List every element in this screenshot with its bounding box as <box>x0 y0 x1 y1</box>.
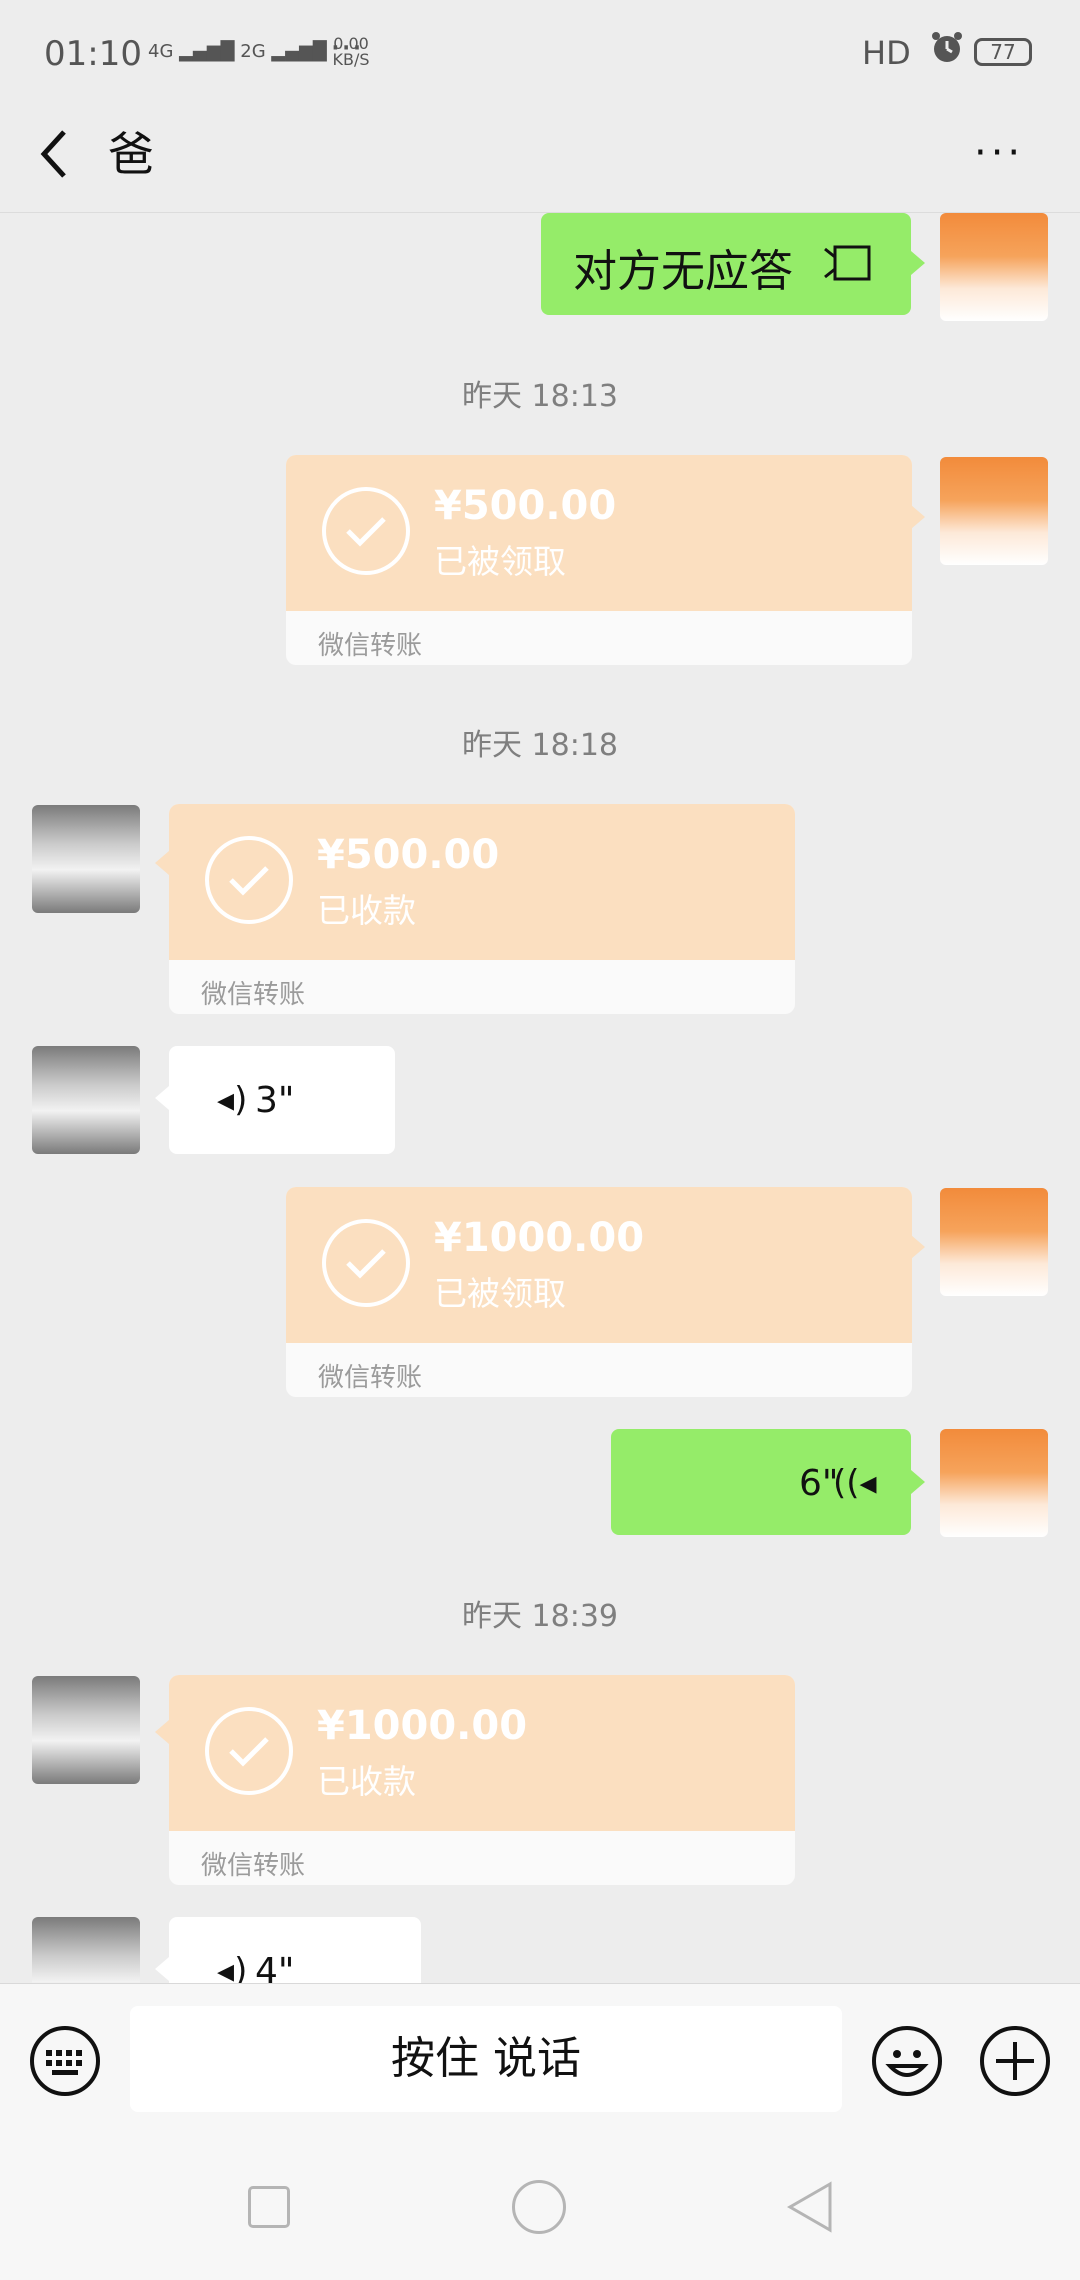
transfer-status: 已收款 <box>317 891 416 930</box>
check-icon <box>205 836 293 924</box>
status-time: 01:10 <box>44 34 142 74</box>
nav-back-icon[interactable] <box>786 2180 834 2234</box>
transfer-label: 微信转账 <box>318 631 423 661</box>
bubble-tail <box>155 1957 169 1981</box>
voice-message[interactable]: 6" ((◂ <box>611 1429 911 1535</box>
chat-title: 爸 <box>108 127 154 181</box>
bubble-tail <box>911 251 925 275</box>
timestamp: 昨天 18:39 <box>462 1599 618 1634</box>
transfer-label: 微信转账 <box>201 980 306 1010</box>
my-avatar[interactable] <box>940 213 1048 321</box>
my-avatar[interactable] <box>940 457 1048 565</box>
chat-list[interactable]: 对方无应答 昨天 18:13 ¥500.00 已被领取 微信转账 昨天 18:1… <box>0 213 1080 1983</box>
transfer-label: 微信转账 <box>318 1363 423 1393</box>
keyboard-icon[interactable] <box>28 2024 102 2098</box>
call-status-text: 对方无应答 <box>573 246 793 297</box>
voice-wave-icon: ◂) <box>217 1951 248 1983</box>
hd-indicator: HD <box>862 34 911 72</box>
battery-indicator: 77 <box>974 38 1032 66</box>
more-options-button[interactable]: ··· <box>974 130 1024 176</box>
voice-message[interactable]: ◂) 4" <box>169 1917 421 1983</box>
transfer-amount: ¥500.00 <box>434 483 617 529</box>
transfer-label: 微信转账 <box>201 1851 306 1881</box>
bubble-tail <box>155 1720 169 1744</box>
transfer-amount: ¥1000.00 <box>434 1215 645 1261</box>
hold-to-talk-button[interactable]: 按住 说话 <box>130 2006 842 2112</box>
my-avatar[interactable] <box>940 1188 1048 1296</box>
voice-duration: 3" <box>255 1080 295 1121</box>
voice-duration: 4" <box>255 1951 295 1983</box>
voice-wave-icon: ◂) <box>217 1080 248 1120</box>
recent-apps-icon[interactable] <box>248 2186 290 2228</box>
bubble-tail <box>155 1086 169 1110</box>
voice-message[interactable]: ◂) 3" <box>169 1046 395 1154</box>
bubble-tail <box>911 1235 925 1259</box>
signal-icon: ▂▄▆█ <box>179 41 235 62</box>
voice-wave-icon: ((◂ <box>833 1463 877 1503</box>
transfer-card[interactable]: ¥1000.00 已被领取 微信转账 <box>286 1187 912 1397</box>
bubble-tail <box>911 505 925 529</box>
home-icon[interactable] <box>512 2180 566 2234</box>
timestamp: 昨天 18:18 <box>462 728 618 763</box>
plus-icon[interactable] <box>978 2024 1052 2098</box>
contact-avatar[interactable] <box>32 1676 140 1784</box>
transfer-card[interactable]: ¥500.00 已收款 微信转账 <box>169 804 795 1014</box>
bubble-tail <box>911 1470 925 1494</box>
alarm-icon <box>932 32 962 62</box>
video-call-icon <box>824 245 871 281</box>
transfer-status: 已收款 <box>317 1762 416 1801</box>
transfer-status: 已被领取 <box>434 542 566 581</box>
status-overflow: ··· <box>330 28 363 68</box>
chat-header <box>0 100 1080 213</box>
check-icon <box>322 1219 410 1307</box>
contact-avatar[interactable] <box>32 1917 140 1983</box>
check-icon <box>205 1707 293 1795</box>
check-icon <box>322 487 410 575</box>
back-arrow-icon[interactable] <box>34 122 74 186</box>
transfer-card[interactable]: ¥500.00 已被领取 微信转账 <box>286 455 912 665</box>
network-4g: 4G <box>148 41 174 62</box>
message-bubble-call[interactable]: 对方无应答 <box>541 213 911 315</box>
timestamp: 昨天 18:13 <box>462 379 618 414</box>
network-2g: 2G <box>240 41 266 62</box>
transfer-status: 已被领取 <box>434 1274 566 1313</box>
transfer-amount: ¥1000.00 <box>317 1703 528 1749</box>
contact-avatar[interactable] <box>32 1046 140 1154</box>
contact-avatar[interactable] <box>32 805 140 913</box>
transfer-card[interactable]: ¥1000.00 已收款 微信转账 <box>169 1675 795 1885</box>
emoji-icon[interactable] <box>870 2024 944 2098</box>
my-avatar[interactable] <box>940 1429 1048 1537</box>
transfer-amount: ¥500.00 <box>317 832 500 878</box>
signal-icon-2: ▂▄▆█ <box>271 41 327 62</box>
bubble-tail <box>155 851 169 875</box>
